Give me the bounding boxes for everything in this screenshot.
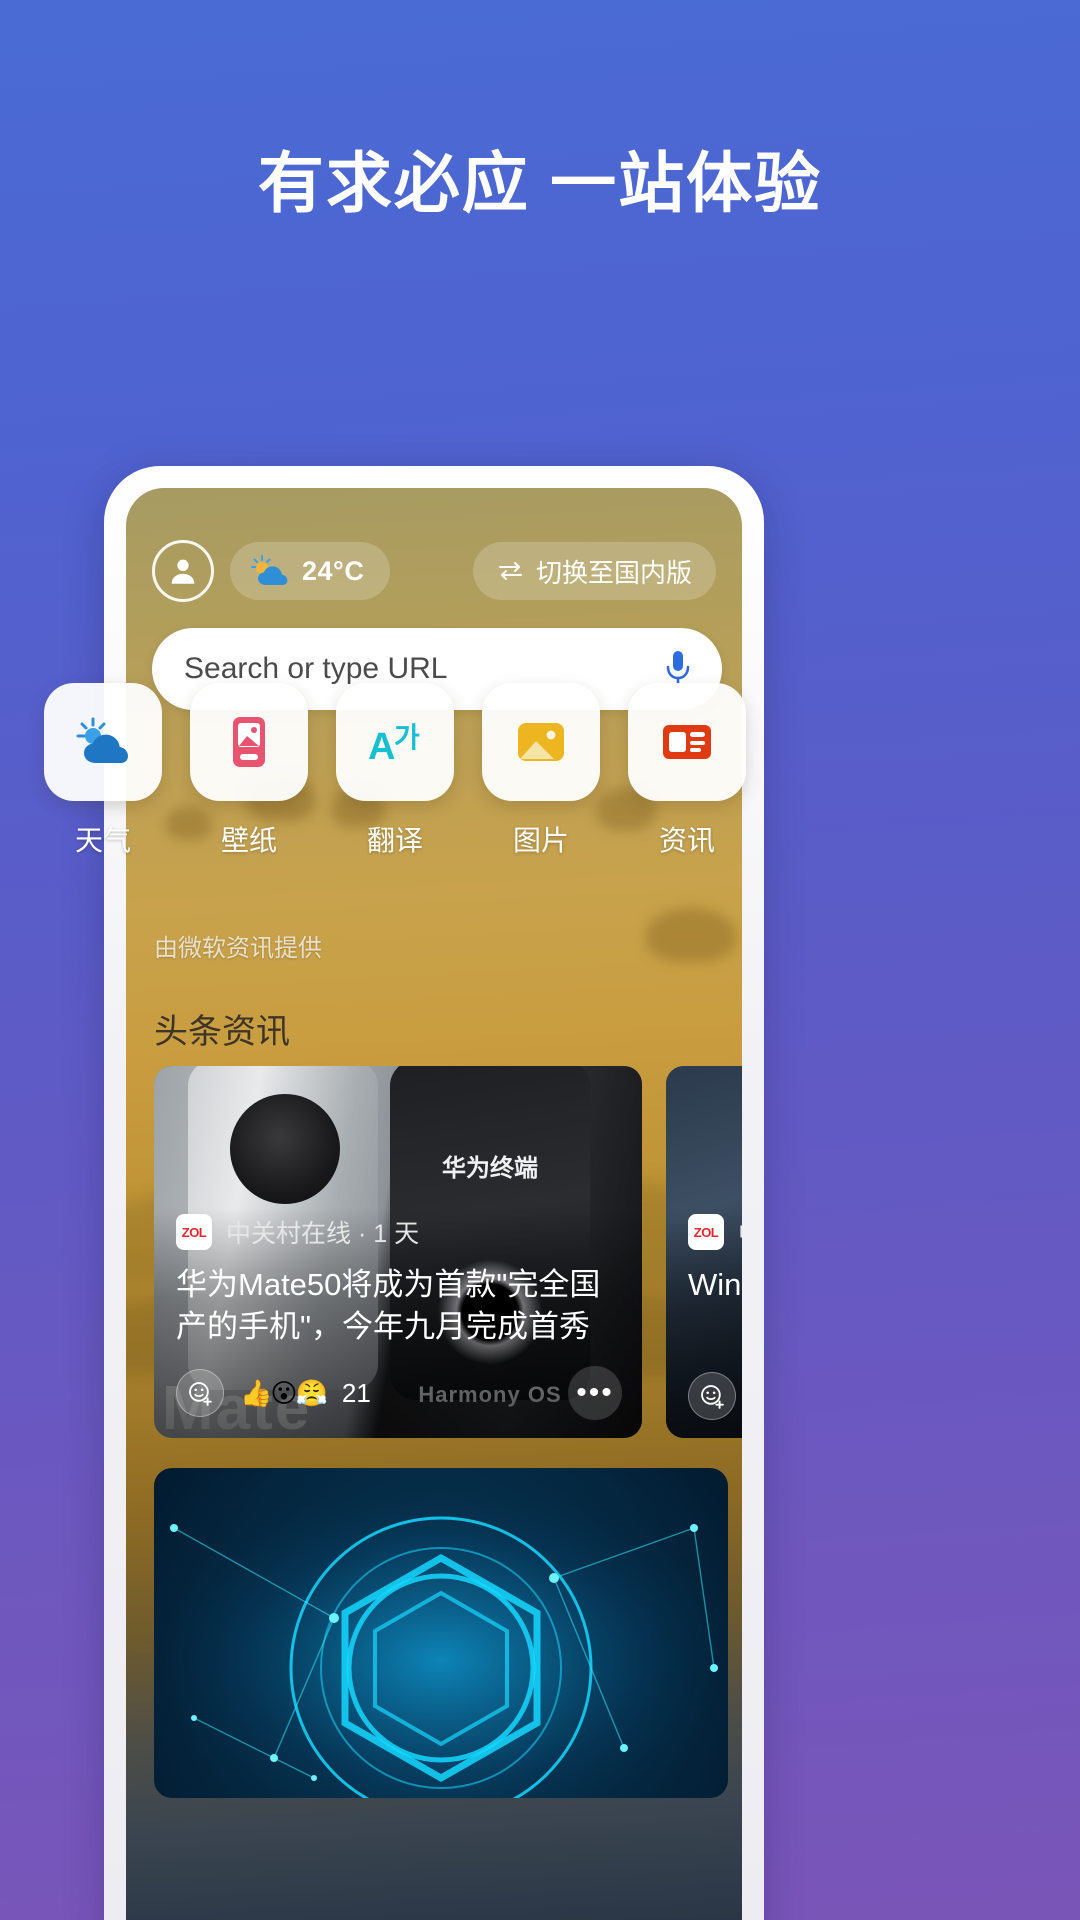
reaction-emojis: 👍😮😤 xyxy=(240,1377,328,1408)
quick-tile-weather[interactable]: 天气 xyxy=(44,683,162,859)
wallpaper-phone-image-icon xyxy=(233,717,265,767)
page-title: 有求必应 一站体验 xyxy=(257,146,823,220)
add-reaction-button[interactable] xyxy=(688,1372,736,1420)
phone-top-bar: 24°C 切换至国内版 xyxy=(152,540,716,602)
quick-tile-icon-bg[interactable] xyxy=(628,683,746,801)
quick-tile-translate[interactable]: A 가 翻译 xyxy=(336,683,454,859)
avatar[interactable] xyxy=(152,540,214,602)
quick-tile-icon-bg[interactable] xyxy=(482,683,600,801)
news-feed-icon xyxy=(663,725,711,759)
translate-a-icon: A 가 xyxy=(368,721,420,768)
tech-graphic xyxy=(154,1468,728,1798)
news-card-tech[interactable] xyxy=(154,1468,728,1798)
quick-tile-icon-bg[interactable] xyxy=(190,683,308,801)
source-logo: ZOL xyxy=(176,1214,212,1250)
more-options-button[interactable]: ••• xyxy=(568,1366,622,1420)
news-card[interactable]: ZOL 中 Wind 器：n xyxy=(666,1066,742,1438)
quick-tile-label: 资讯 xyxy=(658,825,715,856)
news-source-name: 中关村在线 · 1 天 xyxy=(226,1220,420,1248)
quick-tile-label: 图片 xyxy=(512,825,569,856)
svg-text:A: A xyxy=(368,726,395,768)
quick-tile-icon-bg[interactable]: A 가 xyxy=(336,683,454,801)
add-reaction-button[interactable] xyxy=(176,1369,224,1417)
photo-brand-text: 华为终端 xyxy=(442,1155,538,1182)
partly-cloudy-icon xyxy=(251,555,288,585)
source-logo: ZOL xyxy=(688,1214,724,1250)
news-source-row: ZOL 中 xyxy=(688,1214,742,1250)
quick-tile-wallpaper[interactable]: 壁纸 xyxy=(190,683,308,859)
account-circle-icon xyxy=(171,559,195,584)
emoji-plus-icon xyxy=(189,1382,212,1406)
news-source-name: 中 xyxy=(738,1214,742,1250)
news-headline[interactable]: Wind 器：n xyxy=(688,1264,742,1306)
weather-cloud-sun-icon xyxy=(76,717,128,763)
svg-text:가: 가 xyxy=(394,721,420,754)
news-source-row: ZOL 中关村在线 · 1 天 xyxy=(176,1214,419,1250)
wallpaper-tree xyxy=(646,908,736,962)
provider-note: 由微软资讯提供 xyxy=(154,935,322,962)
quick-access-tiles: 天气 壁纸 A 가 翻译 图片 资讯 xyxy=(44,683,1044,859)
quick-tile-label: 天气 xyxy=(74,825,131,856)
news-card-footer: 👍😮😤 21 ••• xyxy=(176,1366,622,1420)
weather-pill[interactable]: 24°C xyxy=(230,542,391,600)
quick-tile-news[interactable]: 资讯 xyxy=(628,683,746,859)
news-card-footer xyxy=(688,1372,742,1420)
reaction-count: 21 xyxy=(341,1377,371,1408)
news-card[interactable]: 华为终端 Harmony OS Mate ZOL 中关村在线 · 1 天 华为M… xyxy=(154,1066,642,1438)
quick-tile-label: 壁纸 xyxy=(220,825,277,856)
news-cards-row: 华为终端 Harmony OS Mate ZOL 中关村在线 · 1 天 华为M… xyxy=(154,1066,742,1438)
images-picture-icon xyxy=(518,723,564,761)
news-headline[interactable]: 华为Mate50将成为首款"完全国产的手机"，今年九月完成首秀 xyxy=(176,1264,622,1348)
emoji-plus-icon xyxy=(701,1385,724,1409)
switch-region-label: 切换至国内版 xyxy=(535,557,692,588)
swap-arrows-icon xyxy=(498,562,522,580)
promo-screen: 有求必应 一站体验 24°C 切换至国内版 Search or type URL… xyxy=(0,0,1080,1920)
section-title: 头条资讯 xyxy=(154,1013,290,1051)
camera-ring xyxy=(230,1094,340,1204)
quick-tile-icon-bg[interactable] xyxy=(44,683,162,801)
weather-temperature: 24°C xyxy=(302,555,365,586)
search-input[interactable]: Search or type URL xyxy=(184,652,664,686)
quick-tile-label: 翻译 xyxy=(366,825,423,856)
switch-region-button[interactable]: 切换至国内版 xyxy=(472,542,716,600)
quick-tile-images[interactable]: 图片 xyxy=(482,683,600,859)
